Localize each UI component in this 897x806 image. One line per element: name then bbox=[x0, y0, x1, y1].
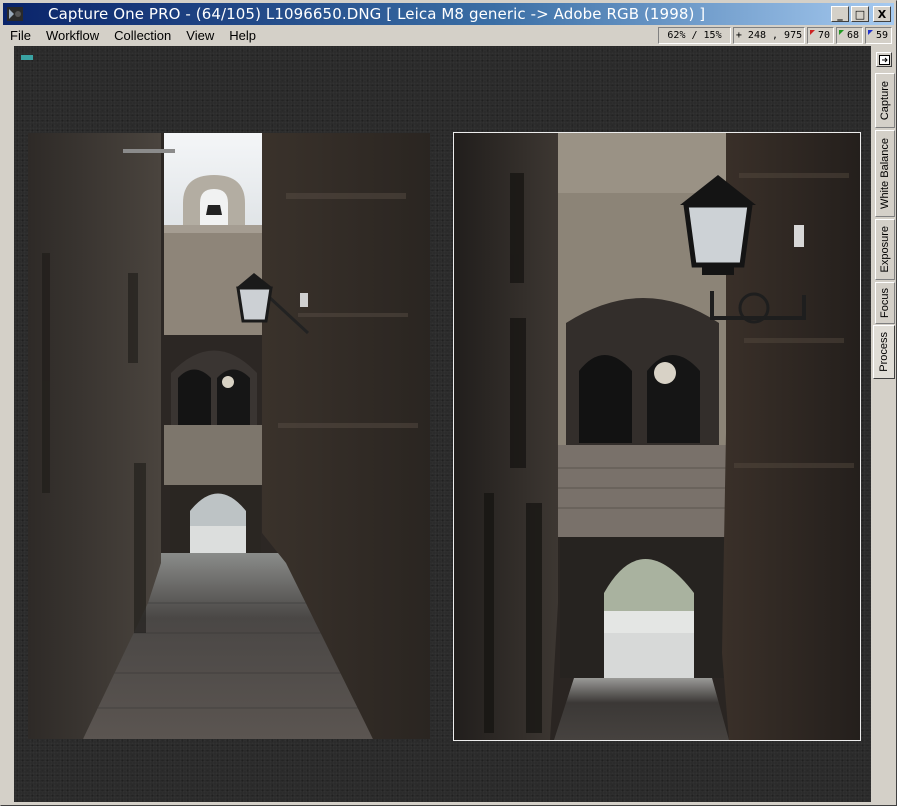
crosshair-icon: + bbox=[735, 30, 742, 41]
tab-process[interactable]: Process bbox=[873, 325, 895, 379]
coordinates-value: 248 , 975 bbox=[747, 30, 803, 41]
panel-toggle-button[interactable] bbox=[876, 52, 892, 67]
photo-right[interactable] bbox=[453, 132, 861, 741]
viewer-marker-icon bbox=[21, 55, 33, 60]
app-icon[interactable] bbox=[6, 5, 24, 23]
status-area: 62% / 15% + 248 , 975 70 68 59 bbox=[658, 27, 892, 44]
menu-help[interactable]: Help bbox=[221, 28, 263, 43]
minimize-button[interactable]: _ bbox=[831, 6, 849, 22]
menu-collection[interactable]: Collection bbox=[106, 28, 178, 43]
image-viewer[interactable] bbox=[14, 46, 871, 802]
tab-white-balance-label: White Balance bbox=[879, 138, 891, 209]
tab-exposure[interactable]: Exposure bbox=[875, 219, 895, 280]
minimize-icon: _ bbox=[837, 7, 843, 21]
photo-left[interactable] bbox=[28, 133, 430, 739]
menu-bar: File Workflow Collection View Help 62% /… bbox=[3, 26, 894, 45]
window-title: Capture One PRO - (64/105) L1096650.DNG … bbox=[48, 5, 706, 23]
blue-value: 59 bbox=[875, 30, 888, 41]
tab-focus[interactable]: Focus bbox=[875, 282, 895, 324]
blue-channel-icon bbox=[868, 30, 873, 35]
title-bar[interactable]: Capture One PRO - (64/105) L1096650.DNG … bbox=[3, 3, 894, 25]
red-channel-icon bbox=[810, 30, 815, 35]
app-window: Capture One PRO - (64/105) L1096650.DNG … bbox=[0, 0, 897, 806]
tab-white-balance[interactable]: White Balance bbox=[875, 130, 895, 217]
red-readout: 70 bbox=[807, 27, 834, 44]
menu-view[interactable]: View bbox=[178, 28, 221, 43]
tab-focus-label: Focus bbox=[879, 288, 891, 318]
maximize-icon: □ bbox=[854, 7, 866, 21]
close-icon: X bbox=[877, 7, 887, 21]
tab-capture[interactable]: Capture bbox=[875, 73, 895, 128]
close-button[interactable]: X bbox=[873, 6, 891, 22]
menu-file[interactable]: File bbox=[3, 28, 38, 43]
tab-exposure-label: Exposure bbox=[879, 226, 891, 273]
green-readout: 68 bbox=[836, 27, 863, 44]
green-value: 68 bbox=[846, 30, 859, 41]
side-tab-bar: Capture White Balance Exposure Focus Pro… bbox=[872, 46, 896, 803]
green-channel-icon bbox=[839, 30, 844, 35]
tab-process-label: Process bbox=[878, 332, 890, 372]
blue-readout: 59 bbox=[865, 27, 892, 44]
tab-capture-label: Capture bbox=[879, 80, 891, 121]
maximize-button[interactable]: □ bbox=[851, 6, 869, 22]
zoom-value: 62% / 15% bbox=[667, 30, 722, 41]
zoom-readout: 62% / 15% bbox=[658, 27, 731, 44]
panel-toggle-icon bbox=[878, 54, 890, 65]
cursor-coordinates: + 248 , 975 bbox=[733, 27, 805, 44]
red-value: 70 bbox=[817, 30, 830, 41]
menu-workflow[interactable]: Workflow bbox=[38, 28, 106, 43]
